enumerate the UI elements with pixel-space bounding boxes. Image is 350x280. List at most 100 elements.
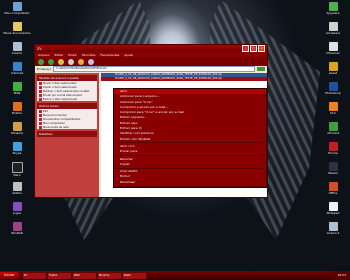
desktop-icon[interactable]: Spyware — [318, 2, 348, 16]
up-folder-icon[interactable] — [58, 58, 64, 65]
ctx-rename[interactable]: Renomear — [114, 180, 266, 185]
spyware-icon — [328, 2, 338, 11]
firefox-icon — [12, 102, 22, 111]
email-icon — [39, 93, 42, 97]
avast-icon — [328, 62, 338, 71]
search-icon[interactable] — [68, 58, 74, 65]
desktop-icon[interactable]: Meus documentos — [2, 22, 32, 36]
ctx-copy[interactable]: Copiar — [114, 162, 266, 167]
task-item[interactable]: Publicar o item selecionado na Web — [37, 89, 97, 93]
folder-icon — [12, 22, 22, 31]
copy-icon — [39, 85, 42, 89]
context-menu: Abrir Adicionar para o arquivo... Adicio… — [113, 88, 267, 191]
address-bar: Endereço C:\ARQUIVOS\PROGRAMAS\DETECÇÃO\ — [35, 66, 267, 72]
menu-editar[interactable]: Editar — [54, 53, 63, 57]
desktop-icon[interactable]: Lixeira — [2, 42, 32, 56]
winrar-icon — [12, 222, 22, 231]
move-icon — [39, 81, 42, 85]
desktop-icon[interactable]: Notepad — [318, 202, 348, 216]
taskbar-button[interactable]: Pasta — [122, 272, 146, 279]
folders-icon[interactable] — [78, 58, 84, 65]
utorrent-icon — [328, 122, 338, 131]
desktop-icon[interactable]: Skype — [2, 142, 32, 156]
msn-icon — [12, 82, 22, 91]
back-icon[interactable] — [38, 58, 44, 65]
file-tasks-panel: Tarefas de arquivo e pasta Mover o item … — [37, 75, 97, 101]
window-titlebar[interactable]: ZV _ □ × — [35, 45, 267, 52]
taskbar-button[interactable]: Winamp — [97, 272, 121, 279]
web-icon — [39, 89, 42, 93]
games-icon — [12, 202, 22, 211]
panel-header[interactable]: Detalhes — [37, 131, 97, 137]
emule-icon — [328, 142, 338, 151]
taskbar-button[interactable]: ZV — [22, 272, 46, 279]
details-panel: Detalhes — [37, 131, 97, 137]
address-input[interactable]: C:\ARQUIVOS\PROGRAMAS\DETECÇÃO\ — [53, 66, 255, 72]
toolbar — [35, 57, 267, 66]
maximize-button[interactable]: □ — [250, 45, 257, 52]
views-icon[interactable] — [88, 58, 94, 65]
taskbar: Iniciar ZV Firefox MSN Winamp Pasta 18:2… — [0, 271, 350, 280]
delete-icon — [39, 97, 42, 101]
task-pane: Tarefas de arquivo e pasta Mover o item … — [35, 73, 99, 197]
system-tray-clock[interactable]: 18:23 — [333, 271, 350, 280]
desktop-icon[interactable]: VLC — [318, 102, 348, 116]
desktop-icon[interactable]: Emule — [318, 142, 348, 156]
notepad-icon — [328, 202, 338, 211]
place-item[interactable]: Meus locais de rede — [37, 125, 97, 129]
desktop-icon[interactable]: Ad-Aware — [318, 22, 348, 36]
desktop-icon[interactable]: Photoshop — [318, 82, 348, 96]
folder-icon — [39, 109, 42, 113]
desktop-icon[interactable]: Meu computador — [2, 2, 32, 16]
menu-ajuda[interactable]: Ajuda — [124, 53, 133, 57]
ctx-send-to[interactable]: Enviar para — [114, 149, 266, 154]
taskbar-button[interactable]: Firefox — [47, 272, 71, 279]
winamp-icon — [12, 122, 22, 131]
desktop-icon[interactable]: Winamp — [2, 122, 32, 136]
adaware-icon — [328, 22, 338, 31]
desktop-icon[interactable]: Office — [318, 182, 348, 196]
desktop-icon[interactable]: CCleaner — [318, 42, 348, 56]
taskbar-button[interactable]: MSN — [72, 272, 96, 279]
menu-exibir[interactable]: Exibir — [68, 53, 76, 57]
menu-arquivo[interactable]: Arquivo — [38, 53, 49, 57]
desktop-icon[interactable]: Firefox — [2, 102, 32, 116]
skype-icon — [12, 142, 22, 151]
address-label: Endereço — [37, 67, 52, 71]
ctx-properties[interactable]: Propriedades — [114, 187, 266, 192]
photoshop-icon — [328, 82, 338, 91]
desktop-icon[interactable]: MSN — [2, 82, 32, 96]
desktop-icon[interactable]: WinRAR — [2, 222, 32, 236]
menu-favoritos[interactable]: Favoritos — [82, 53, 96, 57]
minimize-button[interactable]: _ — [242, 45, 249, 52]
desktop-icon[interactable]: Nero — [2, 162, 32, 178]
desktop-icon[interactable]: uTorrent — [318, 122, 348, 136]
computer-icon — [12, 2, 22, 11]
go-button[interactable] — [257, 67, 265, 71]
ccleaner-icon — [328, 42, 338, 51]
desktop-icon[interactable]: Jogos — [2, 202, 32, 216]
nero-icon — [11, 162, 23, 173]
file-row[interactable]: PLANO_X_02_AB_ARQUIVO_LONGO_NOMEADO_PARA… — [101, 77, 267, 81]
start-button[interactable]: Iniciar — [0, 272, 19, 279]
menu-ferramentas[interactable]: Ferramentas — [100, 53, 119, 57]
forward-icon[interactable] — [48, 58, 54, 65]
desktop-icon[interactable]: Lixeira 2 — [318, 222, 348, 236]
ctx-extract-winrar[interactable]: Extrair com WinRAR — [114, 137, 266, 142]
other-places-panel: Outros locais ZZ1 Meus documentos Docume… — [37, 103, 97, 129]
recycle-bin-icon — [328, 222, 338, 231]
window-title: ZV — [37, 46, 42, 51]
shared-docs-icon — [39, 117, 42, 121]
shortcut-icon — [12, 182, 22, 191]
network-icon — [39, 125, 42, 129]
desktop-icon[interactable]: Steam — [318, 162, 348, 176]
desktop-icon[interactable]: Avast — [318, 62, 348, 76]
close-button[interactable]: × — [258, 45, 265, 52]
recycle-bin-icon — [12, 42, 22, 51]
task-item[interactable]: Excluir o item selecionado — [37, 97, 97, 101]
desktop-icon[interactable]: Internet — [2, 62, 32, 76]
office-icon — [328, 182, 338, 191]
desktop-icon[interactable]: Atalho — [2, 182, 32, 196]
internet-icon — [12, 62, 22, 71]
steam-icon — [328, 162, 338, 171]
